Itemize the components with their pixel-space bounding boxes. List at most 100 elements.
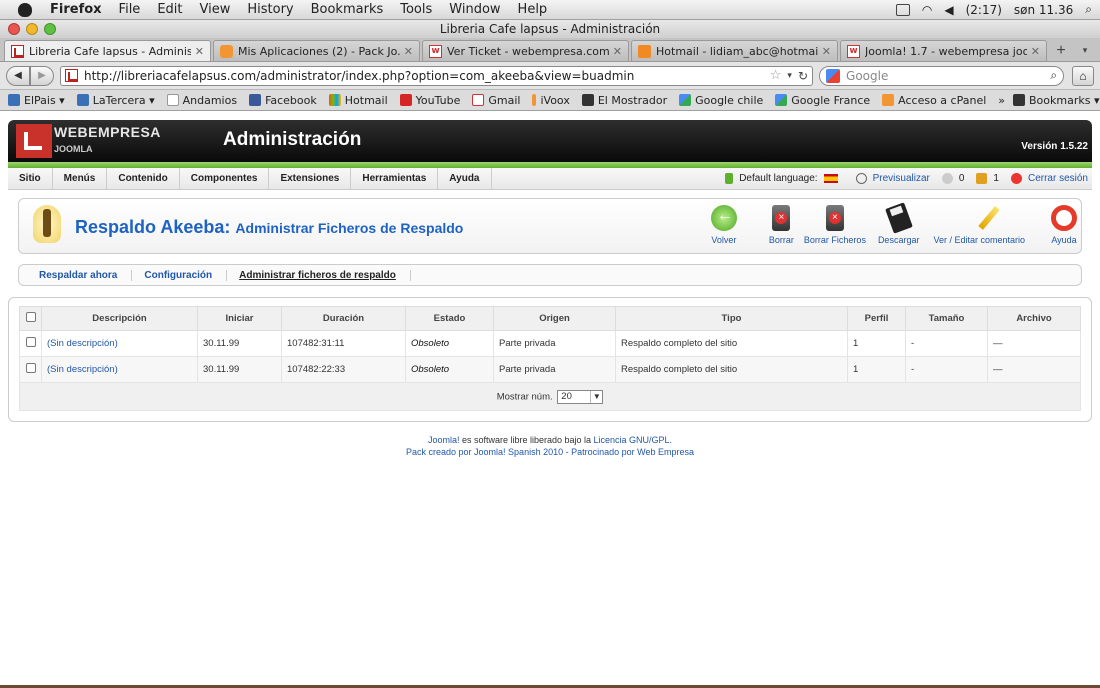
row-checkbox[interactable] bbox=[25, 363, 36, 373]
search-input[interactable]: Google bbox=[846, 69, 1050, 83]
bookmark-facebook[interactable]: Facebook bbox=[249, 94, 317, 107]
messages-icon bbox=[941, 173, 953, 184]
menu-view[interactable]: View bbox=[200, 2, 231, 17]
menu-help[interactable]: Help bbox=[518, 2, 548, 17]
url-text[interactable]: http://libreriacafelapsus.com/administra… bbox=[84, 69, 764, 83]
webempresa-favicon-icon: w bbox=[429, 44, 442, 58]
menu-componentes[interactable]: Componentes bbox=[180, 167, 270, 190]
volume-icon[interactable]: ◀ bbox=[944, 3, 953, 17]
menu-herramientas[interactable]: Herramientas bbox=[351, 167, 439, 190]
close-tab-icon[interactable]: ✕ bbox=[195, 45, 204, 58]
col-duracion[interactable]: Duración bbox=[281, 306, 406, 331]
col-archivo[interactable]: Archivo bbox=[987, 306, 1081, 331]
menu-app-name[interactable]: Firefox bbox=[50, 2, 102, 17]
borrar-ficheros-button[interactable]: Borrar Ficheros bbox=[804, 205, 866, 245]
col-perfil[interactable]: Perfil bbox=[847, 306, 906, 331]
description-link[interactable]: (Sin descripción) bbox=[47, 364, 118, 375]
limit-select[interactable]: 20 ▼ bbox=[557, 389, 604, 404]
browser-tab-joomla-17[interactable]: w Joomla! 1.7 - webempresa joo... ✕ bbox=[840, 40, 1047, 61]
borrar-button[interactable]: Borrar bbox=[769, 205, 794, 245]
reload-icon[interactable]: ↻ bbox=[798, 69, 808, 83]
browser-tab-mis-aplicaciones[interactable]: Mis Aplicaciones (2) - Pack Jo... ✕ bbox=[213, 40, 420, 61]
col-iniciar[interactable]: Iniciar bbox=[197, 306, 282, 331]
bookmark-el-mostrador[interactable]: El Mostrador bbox=[581, 94, 667, 107]
menu-extensiones[interactable]: Extensiones bbox=[269, 167, 352, 190]
wifi-icon[interactable]: ◠ bbox=[922, 3, 932, 17]
col-tipo[interactable]: Tipo bbox=[615, 306, 848, 331]
bookmark-cpanel[interactable]: Acceso a cPanel bbox=[882, 94, 986, 107]
submenu-administrar-ficheros[interactable]: Administrar ficheros de respaldo bbox=[239, 269, 411, 281]
new-tab-button[interactable]: + bbox=[1049, 40, 1073, 61]
col-origen[interactable]: Origen bbox=[493, 306, 616, 331]
browser-tab-ver-ticket[interactable]: w Ver Ticket - webempresa.com ✕ bbox=[422, 40, 629, 61]
pencil-icon bbox=[978, 206, 1000, 230]
bookmark-star-icon[interactable]: ☆ bbox=[770, 68, 782, 83]
search-bar[interactable]: Google ⌕ bbox=[819, 65, 1065, 86]
bookmark-youtube[interactable]: YouTube bbox=[399, 94, 460, 107]
menu-ayuda[interactable]: Ayuda bbox=[438, 167, 492, 190]
menu-window[interactable]: Window bbox=[449, 2, 500, 17]
battery-status[interactable]: (2:17) bbox=[966, 3, 1002, 17]
browser-tab-libreria[interactable]: Libreria Cafe lapsus - Adminis... ✕ bbox=[4, 40, 211, 61]
bookmarks-menu-button[interactable]: Bookmarks ▾ bbox=[1013, 94, 1100, 107]
menu-contenido[interactable]: Contenido bbox=[107, 167, 180, 190]
col-estado[interactable]: Estado bbox=[405, 306, 494, 331]
menu-edit[interactable]: Edit bbox=[157, 2, 182, 17]
forward-button[interactable]: ▶ bbox=[30, 65, 54, 86]
close-tab-icon[interactable]: ✕ bbox=[1031, 45, 1040, 58]
bookmark-latercera[interactable]: LaTercera ▾ bbox=[76, 94, 155, 107]
url-bar[interactable]: http://libreriacafelapsus.com/administra… bbox=[60, 65, 814, 86]
browser-tab-hotmail[interactable]: Hotmail - lidiam_abc@hotmail.... ✕ bbox=[631, 40, 838, 61]
bookmark-google-chile[interactable]: Google chile bbox=[679, 94, 763, 107]
menu-tools[interactable]: Tools bbox=[400, 2, 432, 17]
bookmark-ivoox[interactable]: iVoox bbox=[532, 94, 570, 107]
users-count[interactable]: 1 bbox=[993, 173, 999, 184]
col-tamano[interactable]: Tamaño bbox=[905, 306, 988, 331]
site-identity-icon[interactable] bbox=[65, 69, 78, 82]
logout-link[interactable]: Cerrar sesión bbox=[1028, 173, 1088, 184]
time-machine-icon[interactable] bbox=[895, 3, 910, 16]
row-checkbox[interactable] bbox=[25, 337, 36, 347]
bookmark-hotmail[interactable]: Hotmail bbox=[328, 94, 388, 107]
submenu-respaldar-ahora[interactable]: Respaldar ahora bbox=[39, 269, 133, 281]
home-button[interactable]: ⌂ bbox=[1072, 65, 1094, 86]
messages-count[interactable]: 0 bbox=[959, 173, 965, 184]
el-mostrador-icon bbox=[581, 94, 594, 106]
bookmarks-chevron-icon[interactable]: » bbox=[998, 94, 1005, 107]
submenu-configuracion[interactable]: Configuración bbox=[144, 269, 228, 281]
clock[interactable]: søn 11.36 bbox=[1014, 3, 1073, 17]
close-tab-icon[interactable]: ✕ bbox=[613, 45, 622, 58]
bookmark-elpais[interactable]: ElPais ▾ bbox=[8, 94, 65, 107]
select-all-checkbox[interactable] bbox=[25, 312, 36, 322]
ayuda-button[interactable]: Ayuda bbox=[1051, 205, 1077, 245]
spotlight-search-icon[interactable]: ⌕ bbox=[1085, 2, 1092, 17]
pack-credit-link[interactable]: Pack creado por Joomla! Spanish 2010 - P… bbox=[406, 447, 694, 457]
descargar-button[interactable]: Descargar bbox=[878, 202, 919, 245]
menu-sitio[interactable]: Sitio bbox=[8, 167, 53, 190]
menu-file[interactable]: File bbox=[119, 2, 141, 17]
joomla-link[interactable]: Joomla! bbox=[428, 435, 460, 445]
edit-comment-button[interactable]: Ver / Editar comentario bbox=[933, 205, 1025, 245]
google-search-engine-icon[interactable] bbox=[826, 68, 841, 83]
menu-menus[interactable]: Menús bbox=[53, 167, 108, 190]
volver-button[interactable]: Volver bbox=[710, 205, 737, 245]
search-magnifier-icon[interactable]: ⌕ bbox=[1050, 68, 1057, 83]
menu-history[interactable]: History bbox=[247, 2, 293, 17]
bookmark-gmail[interactable]: Gmail bbox=[472, 94, 520, 107]
back-button[interactable]: ◀ bbox=[6, 65, 30, 86]
bookmark-andamios[interactable]: Andamios bbox=[166, 94, 237, 107]
history-dropdown-icon[interactable]: ▾ bbox=[787, 71, 792, 81]
close-tab-icon[interactable]: ✕ bbox=[822, 45, 831, 58]
submenu: Respaldar ahora Configuración Administra… bbox=[18, 264, 1082, 286]
tab-list-chevron-down-icon[interactable]: ▾ bbox=[1073, 40, 1097, 61]
col-descripcion[interactable]: Descripción bbox=[41, 306, 198, 331]
gpl-license-link[interactable]: Licencia GNU/GPL. bbox=[594, 435, 673, 445]
tab-label: Libreria Cafe lapsus - Adminis... bbox=[29, 44, 191, 58]
preview-link[interactable]: Previsualizar bbox=[873, 173, 930, 184]
apple-icon[interactable] bbox=[18, 2, 32, 17]
close-tab-icon[interactable]: ✕ bbox=[404, 45, 413, 58]
cell-descripcion: (Sin descripción) bbox=[41, 356, 198, 383]
bookmark-google-france[interactable]: Google France bbox=[775, 94, 870, 107]
menu-bookmarks[interactable]: Bookmarks bbox=[311, 2, 384, 17]
description-link[interactable]: (Sin descripción) bbox=[47, 338, 118, 349]
